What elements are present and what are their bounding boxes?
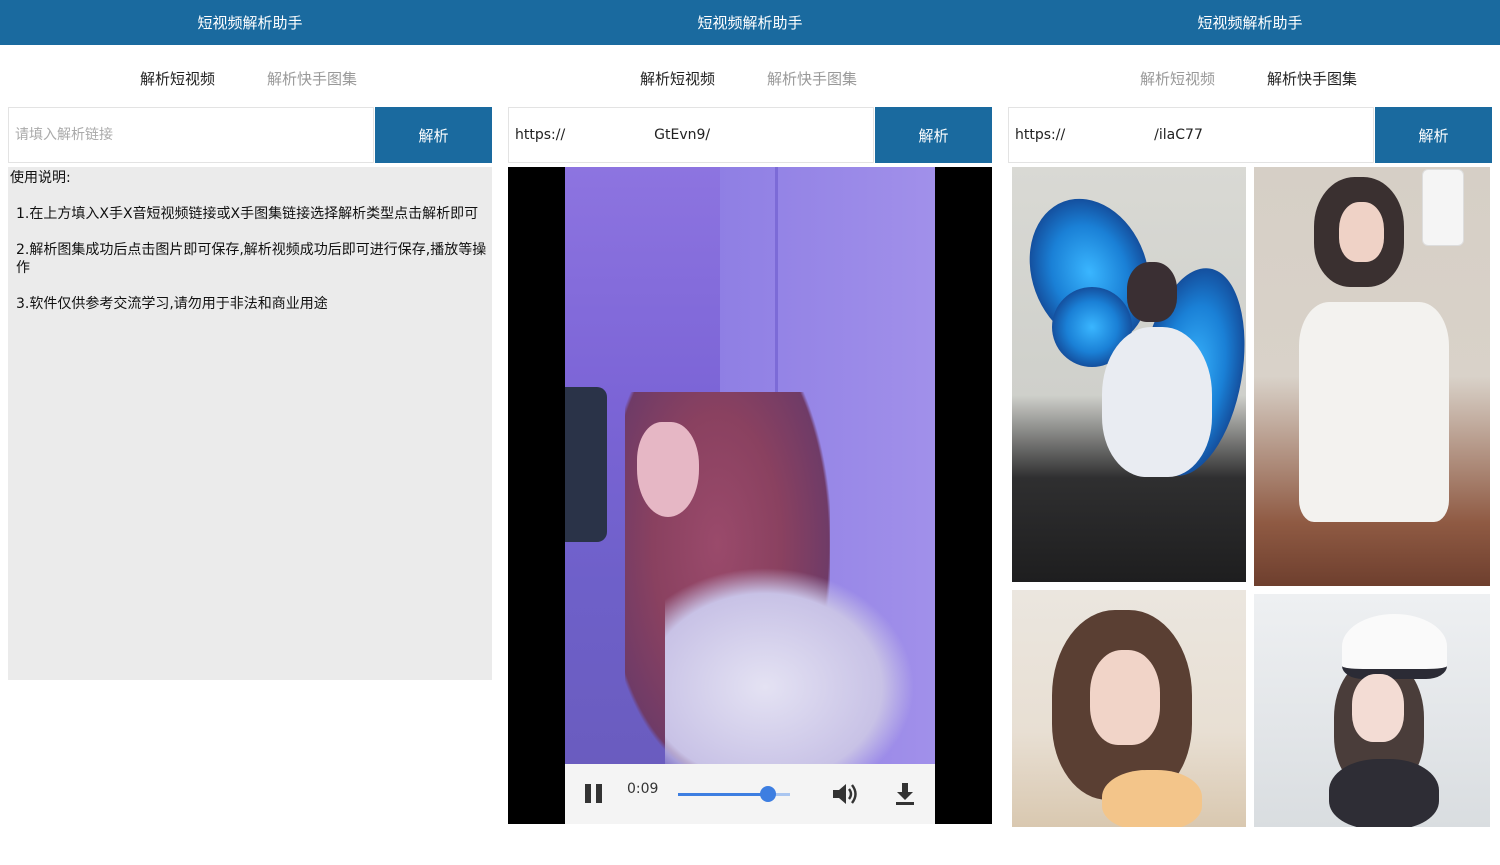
screen-parse-video-empty: 短视频解析助手 解析短视频 解析快手图集 解析 使用说明: 1.在上方填入X手X… <box>0 0 500 865</box>
parse-button[interactable]: 解析 <box>1375 107 1492 163</box>
seek-bar[interactable] <box>678 786 790 802</box>
gallery-image-detail <box>1339 202 1384 262</box>
instruction-text: 3.软件仅供参考交流学习,请勿用于非法和商业用途 <box>16 296 328 312</box>
gallery-image-detail <box>1299 302 1449 522</box>
volume-icon[interactable] <box>830 781 858 807</box>
app-bar: 短视频解析助手 <box>0 0 500 45</box>
app-title: 短视频解析助手 <box>197 14 303 32</box>
gallery-image-detail <box>1127 262 1177 322</box>
link-input-row: 解析 <box>8 107 492 163</box>
instructions-panel: 使用说明: 1.在上方填入X手X音短视频链接或X手图集链接选择解析类型点击解析即… <box>8 167 492 680</box>
link-input[interactable] <box>508 107 874 163</box>
seek-bar-thumb[interactable] <box>759 786 776 802</box>
gallery-image-detail <box>1329 759 1439 827</box>
pause-icon[interactable] <box>585 784 605 804</box>
tab-bar: 解析短视频 解析快手图集 <box>1000 58 1500 96</box>
tab-parse-gallery[interactable]: 解析快手图集 <box>767 68 857 89</box>
video-frame[interactable] <box>565 167 935 764</box>
instruction-step-3: 3.软件仅供参考交流学习,请勿用于非法和商业用途 <box>10 295 490 313</box>
gallery-image-detail <box>1102 770 1202 827</box>
screen-parse-gallery-result: 短视频解析助手 解析短视频 解析快手图集 解析 <box>1000 0 1500 865</box>
app-bar: 短视频解析助手 <box>500 0 1000 45</box>
video-controls: 0:09 <box>565 764 935 824</box>
link-input[interactable] <box>8 107 374 163</box>
link-input-row: 解析 <box>508 107 992 163</box>
download-icon[interactable] <box>892 781 918 807</box>
tab-parse-gallery[interactable]: 解析快手图集 <box>267 68 357 89</box>
gallery-image-detail <box>1342 614 1447 679</box>
gallery-image-detail <box>1352 674 1404 742</box>
video-player[interactable]: 0:09 <box>508 167 992 824</box>
instruction-text: 2.解析图集成功后点击图片即可保存,解析视频成功后即可进行保存,播放等操作 <box>16 242 487 276</box>
video-subject-shirt <box>665 567 915 764</box>
app-title: 短视频解析助手 <box>697 14 803 32</box>
instruction-text: 1.在上方填入X手X音短视频链接或X手图集链接选择解析类型点击解析即可 <box>16 206 479 222</box>
video-subject-face <box>637 422 699 517</box>
gallery-image-detail <box>1090 650 1160 745</box>
app-title: 短视频解析助手 <box>1197 14 1303 32</box>
app-bar: 短视频解析助手 <box>1000 0 1500 45</box>
tab-parse-gallery[interactable]: 解析快手图集 <box>1267 68 1357 89</box>
gallery-image-detail <box>1102 327 1212 477</box>
gallery-grid <box>1012 167 1490 827</box>
gallery-image[interactable] <box>1254 594 1490 827</box>
instruction-step-1: 1.在上方填入X手X音短视频链接或X手图集链接选择解析类型点击解析即可 <box>10 205 490 223</box>
video-time: 0:09 <box>627 781 659 797</box>
link-input-row: 解析 <box>1008 107 1492 163</box>
instruction-step-2: 2.解析图集成功后点击图片即可保存,解析视频成功后即可进行保存,播放等操作 <box>10 241 490 277</box>
tab-bar: 解析短视频 解析快手图集 <box>0 58 500 96</box>
gallery-image[interactable] <box>1012 167 1246 582</box>
instructions-heading: 使用说明: <box>10 170 71 186</box>
gallery-image-detail <box>1422 169 1464 246</box>
screen-parse-video-result: 短视频解析助手 解析短视频 解析快手图集 解析 0:09 <box>500 0 1000 865</box>
link-input[interactable] <box>1008 107 1374 163</box>
tab-parse-video[interactable]: 解析短视频 <box>1140 68 1215 89</box>
video-microphone <box>565 387 607 542</box>
tab-parse-video[interactable]: 解析短视频 <box>640 68 715 89</box>
parse-button[interactable]: 解析 <box>875 107 992 163</box>
parse-button[interactable]: 解析 <box>375 107 492 163</box>
tab-parse-video[interactable]: 解析短视频 <box>140 68 215 89</box>
gallery-image[interactable] <box>1254 167 1490 586</box>
gallery-image[interactable] <box>1012 590 1246 827</box>
tab-bar: 解析短视频 解析快手图集 <box>500 58 1000 96</box>
seek-bar-fill <box>678 793 768 796</box>
